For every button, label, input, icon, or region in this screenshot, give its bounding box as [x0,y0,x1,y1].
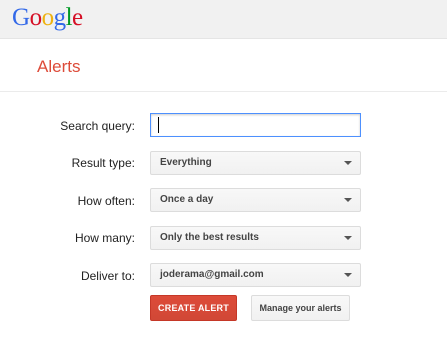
chevron-down-icon [344,236,352,240]
search-query-input[interactable] [150,113,361,137]
how-many-label: How many: [74,231,135,245]
chevron-down-icon [344,161,352,165]
how-many-value: Only the best results [160,232,259,243]
text-caret [158,117,159,133]
google-logo[interactable]: Google [12,4,83,32]
deliver-to-label: Deliver to: [80,269,135,283]
logo-letter-g: G [12,4,30,31]
create-alert-button[interactable]: CREATE ALERT [150,295,237,321]
deliver-to-value: joderama@gmail.com [160,269,264,280]
deliver-to-select[interactable]: joderama@gmail.com [150,263,361,287]
manage-alerts-button[interactable]: Manage your alerts [251,295,350,321]
how-many-select[interactable]: Only the best results [150,226,361,250]
how-often-value: Once a day [160,194,214,205]
top-bar: Google [0,0,447,39]
result-type-label: Result type: [71,156,135,170]
result-type-value: Everything [160,157,212,168]
chevron-down-icon [344,198,352,202]
page-title: Alerts [37,57,81,76]
search-query-label: Search query: [60,119,135,133]
logo-letter-o2: o [41,4,55,31]
how-often-label: How often: [77,194,135,208]
result-type-select[interactable]: Everything [150,151,361,175]
how-often-select[interactable]: Once a day [150,188,361,212]
logo-letter-o1: o [29,4,43,31]
logo-letter-g2: g [53,4,67,31]
logo-letter-e: e [72,4,83,31]
chevron-down-icon [344,273,352,277]
